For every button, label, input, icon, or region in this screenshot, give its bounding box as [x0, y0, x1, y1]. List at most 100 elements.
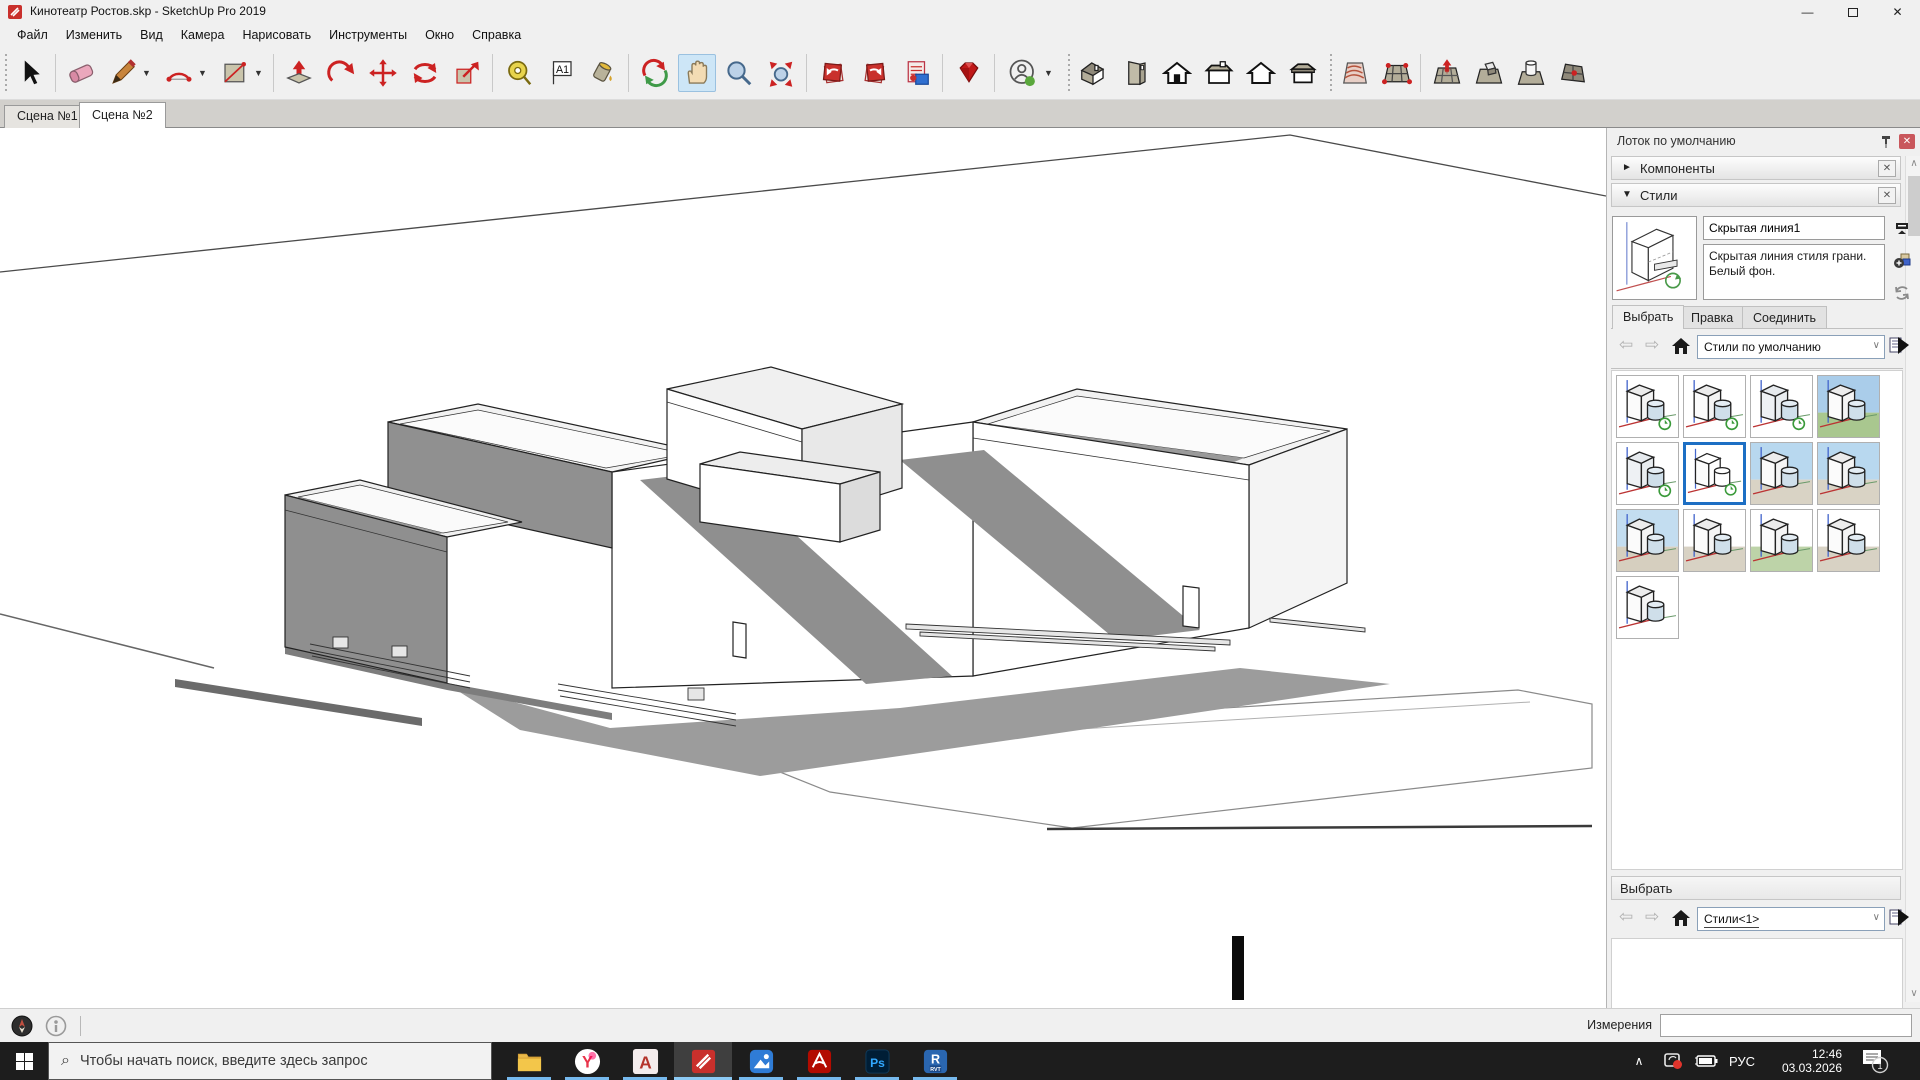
side-view-icon[interactable] — [1116, 54, 1154, 92]
style-thumbnail-10[interactable] — [1683, 509, 1746, 572]
style-thumbnail-12[interactable] — [1817, 509, 1880, 572]
details-menu-icon[interactable] — [1889, 907, 1911, 931]
style-thumbnail-13[interactable] — [1616, 576, 1679, 639]
taskbar-app-photos[interactable] — [732, 1042, 790, 1080]
nav-forward-icon[interactable]: ⇨ — [1645, 335, 1659, 355]
nav-back-icon[interactable]: ⇦ — [1619, 335, 1633, 355]
style-thumbnail-7[interactable] — [1750, 442, 1813, 505]
style-thumbnail-2[interactable] — [1683, 375, 1746, 438]
nav-forward-icon[interactable]: ⇨ — [1645, 907, 1659, 927]
battery-icon[interactable] — [1688, 1042, 1724, 1080]
terrain-from-contours-icon[interactable] — [1336, 54, 1374, 92]
home-icon[interactable] — [1671, 336, 1691, 356]
line-tool-icon[interactable] — [104, 54, 142, 92]
refresh-style-icon[interactable] — [1891, 282, 1913, 304]
user-account-icon[interactable] — [1004, 54, 1042, 92]
pan-tool-icon[interactable] — [678, 54, 716, 92]
home-icon[interactable] — [1671, 908, 1691, 928]
notification-center-icon[interactable]: 1 — [1852, 1042, 1898, 1080]
geolocation-icon[interactable] — [10, 1014, 34, 1038]
views-toolbar-handle[interactable] — [1066, 54, 1071, 92]
nav-back-icon[interactable]: ⇦ — [1619, 907, 1633, 927]
ruby-console-icon[interactable] — [950, 54, 988, 92]
maximize-button[interactable] — [1830, 0, 1875, 24]
plan-view-icon[interactable] — [1284, 54, 1322, 92]
drape-tool-icon[interactable] — [1512, 54, 1550, 92]
tab-edit[interactable]: Правка — [1680, 306, 1744, 328]
scroll-down-icon[interactable]: ∨ — [1906, 986, 1920, 1002]
style-thumbnail-8[interactable] — [1817, 442, 1880, 505]
stamp-tool-icon[interactable] — [1470, 54, 1508, 92]
style-thumbnail-1[interactable] — [1616, 375, 1679, 438]
pin-icon[interactable] — [1879, 135, 1893, 149]
terrain-from-scratch-icon[interactable] — [1378, 54, 1416, 92]
styles-collection-dropdown[interactable]: Стили по умолчанию∨ — [1697, 335, 1885, 359]
user-account-dropdown[interactable]: ▼ — [1044, 68, 1056, 78]
menu-tools[interactable]: Инструменты — [320, 26, 416, 44]
components-close-button[interactable]: ✕ — [1878, 160, 1896, 177]
scroll-up-icon[interactable]: ∧ — [1906, 156, 1920, 172]
style-thumbnail-3[interactable] — [1750, 375, 1813, 438]
sandbox-toolbar-handle[interactable] — [1328, 54, 1333, 92]
close-button[interactable]: ✕ — [1875, 0, 1920, 24]
credits-info-icon[interactable] — [44, 1014, 68, 1038]
menu-file[interactable]: Файл — [8, 26, 57, 44]
text-tool-icon[interactable]: A1 — [542, 54, 580, 92]
move-tool-icon[interactable] — [364, 54, 402, 92]
paint-bucket-tool-icon[interactable] — [584, 54, 622, 92]
menu-help[interactable]: Справка — [463, 26, 530, 44]
taskbar-app-autocad[interactable]: A — [616, 1042, 674, 1080]
tray-chevron-icon[interactable]: ∧ — [1624, 1042, 1654, 1080]
iso-view-icon[interactable] — [1074, 54, 1112, 92]
select-tool-icon[interactable] — [12, 54, 50, 92]
language-indicator[interactable]: РУС — [1722, 1042, 1762, 1080]
section-styles[interactable]: ▼ Стили ✕ — [1611, 183, 1901, 207]
rectangle-tool-dropdown[interactable]: ▼ — [254, 68, 266, 78]
tape-measure-tool-icon[interactable] — [500, 54, 538, 92]
scene-tab-1[interactable]: Сцена №1 — [4, 105, 91, 128]
style-thumbnail-4[interactable] — [1817, 375, 1880, 438]
section-components[interactable]: ► Компоненты ✕ — [1611, 156, 1901, 180]
measurements-input[interactable] — [1660, 1014, 1912, 1037]
menu-draw[interactable]: Нарисовать — [233, 26, 320, 44]
style-thumbnail-11[interactable] — [1750, 509, 1813, 572]
zoom-extents-tool-icon[interactable] — [762, 54, 800, 92]
taskbar-search[interactable]: ⌕ Чтобы начать поиск, введите здесь запр… — [48, 1042, 492, 1080]
menu-edit[interactable]: Изменить — [57, 26, 131, 44]
add-detail-tool-icon[interactable] — [1554, 54, 1592, 92]
menu-view[interactable]: Вид — [131, 26, 172, 44]
style-thumbnail-9[interactable] — [1616, 509, 1679, 572]
style-description[interactable]: Скрытая линия стиля грани. Белый фон. — [1703, 244, 1885, 300]
start-button[interactable] — [0, 1042, 48, 1080]
clock[interactable]: 12:46 03.03.2026 — [1766, 1042, 1842, 1080]
style-thumbnail-6-selected[interactable] — [1683, 442, 1746, 505]
push-pull-tool-icon[interactable] — [280, 54, 318, 92]
orbit-tool-icon[interactable] — [636, 54, 674, 92]
menu-camera[interactable]: Камера — [172, 26, 234, 44]
previous-view-icon[interactable] — [814, 54, 852, 92]
toolbar-drag-handle[interactable] — [3, 54, 8, 92]
taskbar-app-photoshop[interactable]: Ps — [848, 1042, 906, 1080]
style-thumbnail-5[interactable] — [1616, 442, 1679, 505]
taskbar-app-adobe-acrobat[interactable] — [790, 1042, 848, 1080]
scene-tab-2[interactable]: Сцена №2 — [79, 102, 166, 128]
tray-close-button[interactable]: ✕ — [1899, 134, 1915, 149]
menu-window[interactable]: Окно — [416, 26, 463, 44]
taskbar-app-revit[interactable]: RRVT — [906, 1042, 964, 1080]
tab-select[interactable]: Выбрать — [1612, 305, 1684, 329]
details-menu-icon[interactable] — [1889, 335, 1911, 359]
tab-mix[interactable]: Соединить — [1742, 306, 1827, 328]
next-view-icon[interactable] — [856, 54, 894, 92]
secondary-collection-dropdown[interactable]: Стили<1>∨ — [1697, 907, 1885, 931]
smoove-tool-icon[interactable] — [1428, 54, 1466, 92]
zoom-tool-icon[interactable] — [720, 54, 758, 92]
rotate-tool-icon[interactable] — [406, 54, 444, 92]
toggle-secondary-pane-icon[interactable] — [1891, 218, 1913, 240]
arc-tool-dropdown[interactable]: ▼ — [198, 68, 210, 78]
create-style-icon[interactable] — [1891, 250, 1913, 272]
taskbar-app-file-explorer[interactable] — [500, 1042, 558, 1080]
tray-notification-app-icon[interactable] — [1656, 1042, 1690, 1080]
minimize-button[interactable]: — — [1785, 0, 1830, 24]
line-tool-dropdown[interactable]: ▼ — [142, 68, 154, 78]
rectangle-tool-icon[interactable] — [216, 54, 254, 92]
